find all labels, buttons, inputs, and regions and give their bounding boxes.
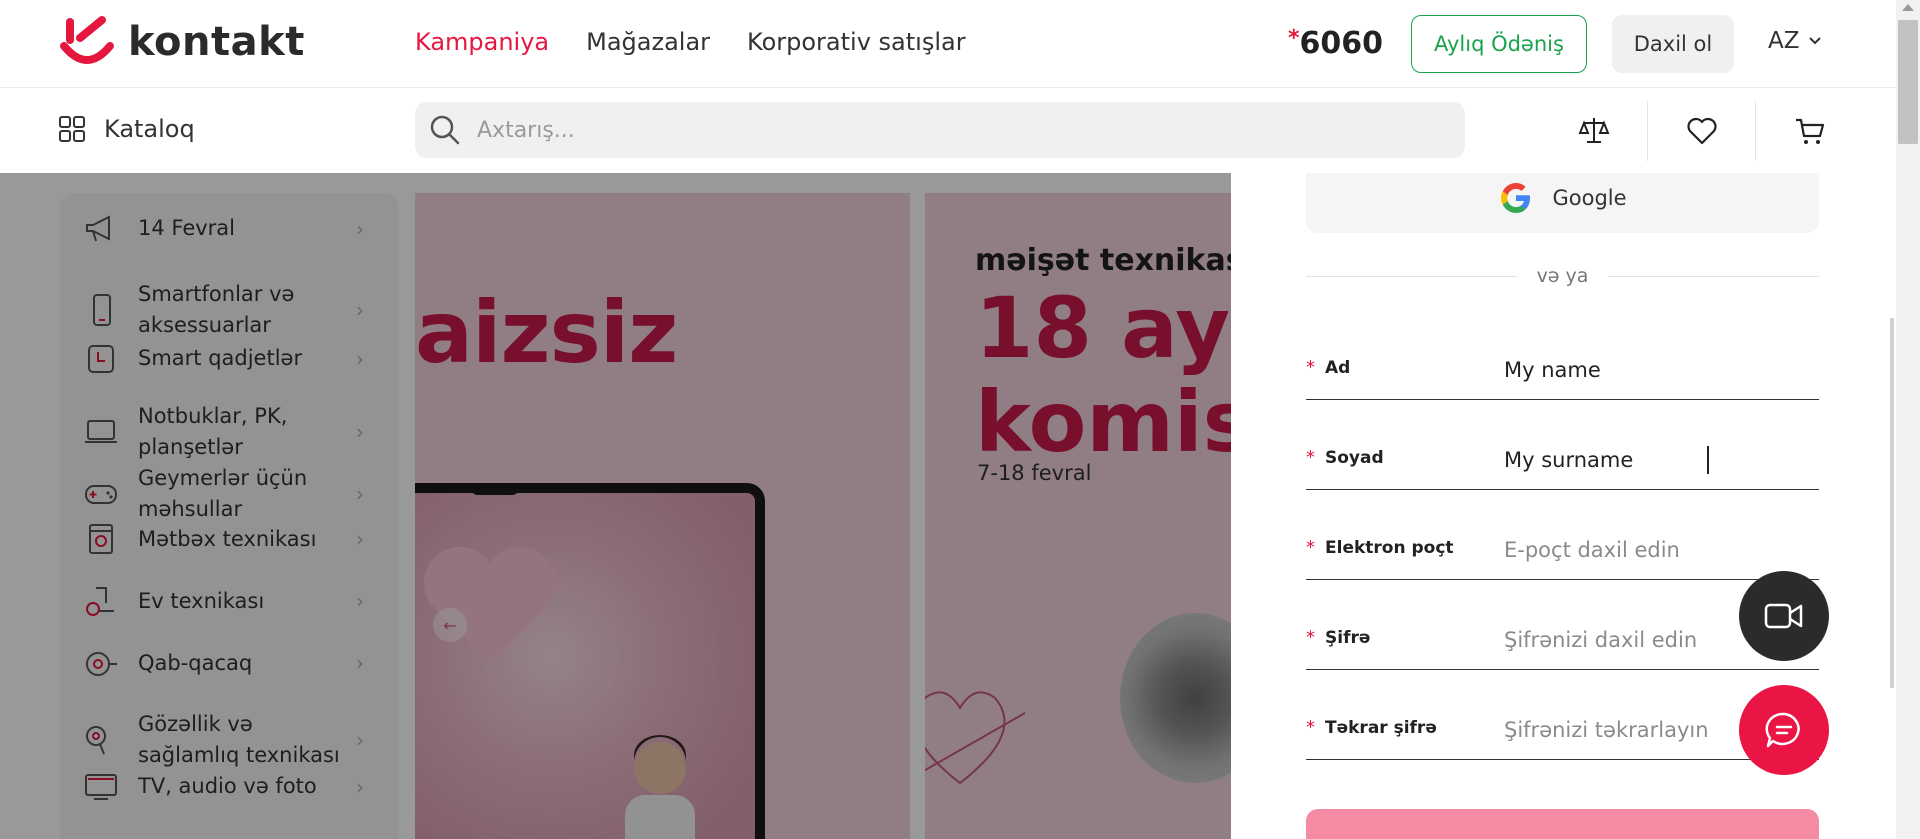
nav-kampaniya[interactable]: Kampaniya	[415, 28, 549, 56]
video-camera-icon	[1764, 603, 1803, 629]
language-label: AZ	[1768, 28, 1800, 54]
grid-icon	[59, 116, 85, 142]
scroll-up-arrow-icon[interactable]	[1902, 4, 1914, 11]
hotline[interactable]: *6060	[1288, 26, 1383, 61]
google-signin-button[interactable]: Google	[1306, 173, 1819, 233]
nav-magazalar[interactable]: Mağazalar	[586, 28, 710, 56]
cart-button[interactable]	[1756, 101, 1864, 161]
sub-header: Kataloq	[0, 88, 1896, 173]
first-name-field: * Ad	[1306, 350, 1819, 400]
required-mark: *	[1306, 357, 1315, 378]
confirm-password-label: Təkrar şifrə	[1325, 718, 1437, 738]
search-icon	[430, 115, 460, 145]
main-nav: Kampaniya Mağazalar Korporativ satışlar	[415, 28, 966, 56]
heart-icon	[1686, 117, 1717, 144]
last-name-label: Soyad	[1325, 448, 1384, 468]
modal-backdrop[interactable]	[0, 173, 1231, 839]
favorites-button[interactable]	[1648, 100, 1756, 161]
chat-bubble-icon	[1765, 712, 1800, 748]
last-name-field: * Soyad	[1306, 440, 1819, 490]
google-icon	[1501, 183, 1531, 213]
required-mark: *	[1306, 627, 1315, 648]
monthly-payment-button[interactable]: Aylıq Ödəniş	[1411, 15, 1587, 73]
password-label: Şifrə	[1325, 628, 1371, 648]
required-mark: *	[1306, 717, 1315, 738]
email-label: Elektron poçt	[1325, 538, 1454, 558]
divider-line	[1306, 275, 1517, 277]
required-mark: *	[1306, 447, 1315, 468]
or-label: və ya	[1536, 265, 1589, 287]
cart-icon	[1796, 118, 1825, 144]
google-label: Google	[1552, 186, 1627, 210]
language-selector[interactable]: AZ	[1768, 28, 1822, 54]
email-input[interactable]	[1504, 532, 1804, 568]
hotline-number: 6060	[1299, 26, 1384, 61]
header-tools	[1540, 88, 1864, 173]
text-caret	[1707, 446, 1709, 474]
scales-icon	[1578, 117, 1609, 143]
catalog-button[interactable]: Kataloq	[58, 115, 195, 143]
catalog-label: Kataloq	[104, 115, 195, 143]
chevron-down-icon	[1808, 37, 1821, 45]
login-button[interactable]: Daxil ol	[1612, 15, 1734, 73]
kontakt-logo-icon	[60, 16, 114, 64]
first-name-label: Ad	[1325, 358, 1351, 378]
or-divider: və ya	[1306, 265, 1819, 287]
first-name-input[interactable]	[1504, 352, 1804, 388]
compare-button[interactable]	[1540, 100, 1648, 161]
nav-korporativ[interactable]: Korporativ satışlar	[747, 28, 966, 56]
required-mark: *	[1306, 537, 1315, 558]
divider-line	[1608, 275, 1819, 277]
register-submit-button[interactable]	[1306, 809, 1819, 839]
page-scrollbar-thumb[interactable]	[1898, 20, 1918, 144]
top-header: kontakt Kampaniya Mağazalar Korporativ s…	[0, 0, 1896, 88]
last-name-input[interactable]	[1504, 442, 1804, 478]
logo-text: kontakt	[128, 19, 305, 65]
email-field: * Elektron poçt	[1306, 530, 1819, 580]
search-input[interactable]	[477, 117, 1377, 143]
chat-button[interactable]	[1739, 685, 1829, 775]
video-call-button[interactable]	[1739, 571, 1829, 661]
search-bar	[415, 102, 1465, 158]
logo[interactable]: kontakt	[58, 16, 305, 68]
hotline-star: *	[1288, 26, 1300, 51]
drawer-scrollbar[interactable]	[1890, 318, 1894, 688]
